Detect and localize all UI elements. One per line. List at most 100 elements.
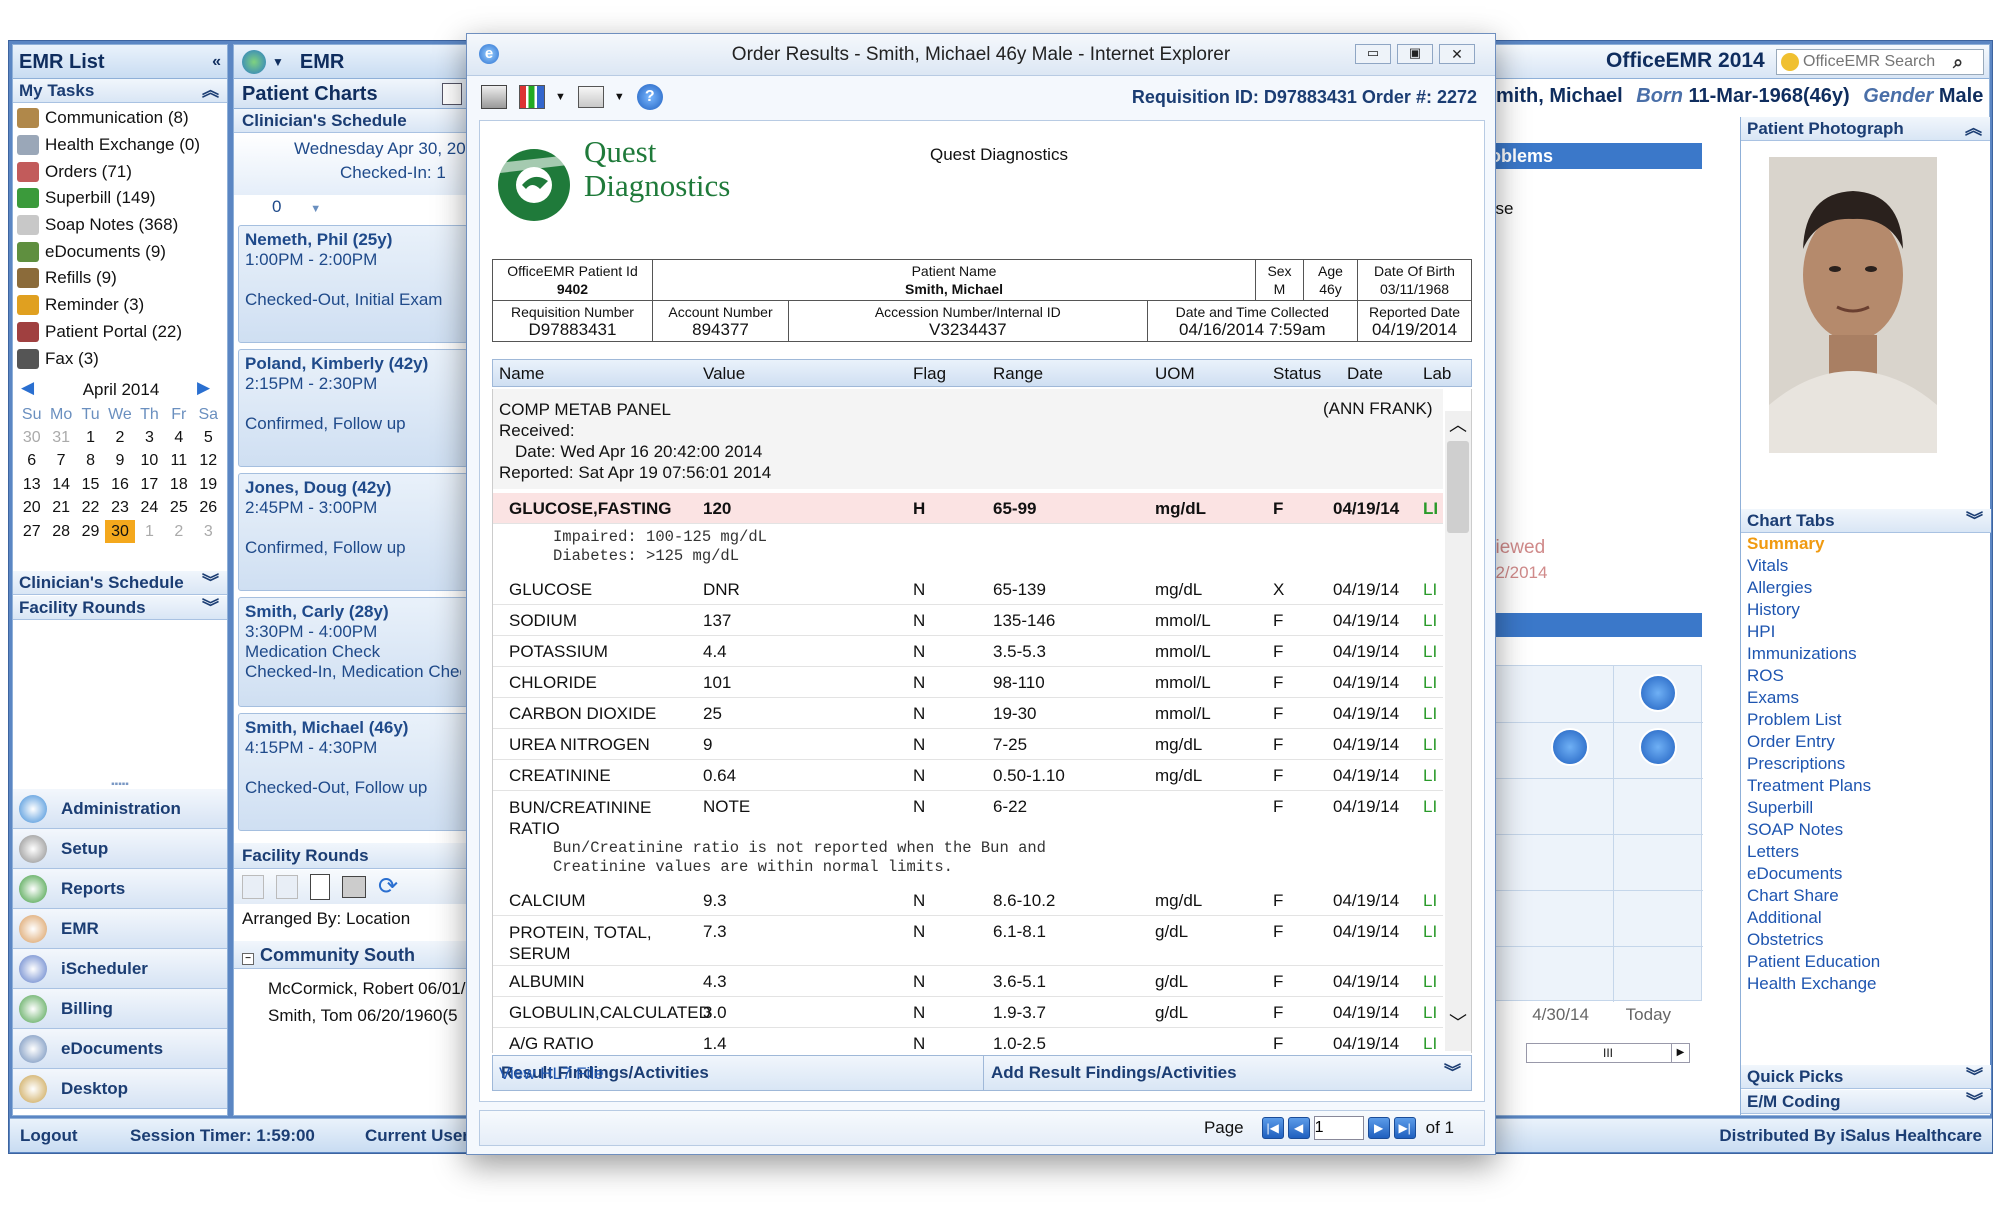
em-coding-header[interactable]: E/M Coding ︾ — [1741, 1090, 1991, 1114]
column-header-uom[interactable]: UOM — [1155, 364, 1195, 384]
help-icon[interactable]: ? — [636, 84, 663, 110]
chart-tab-health-exchange[interactable]: Health Exchange — [1741, 973, 1991, 995]
column-header-lab[interactable]: Lab — [1423, 364, 1451, 384]
view-hl7-link[interactable]: View HL7 File — [499, 1064, 604, 1084]
chart-tab-history[interactable]: History — [1741, 599, 1991, 621]
chart-tab-patient-education[interactable]: Patient Education — [1741, 951, 1991, 973]
scroll-up-icon[interactable]: ︿ — [1449, 411, 1467, 437]
round-item[interactable]: Smith, Tom 06/20/1960(5 — [268, 1002, 472, 1029]
chart-tab-edocuments[interactable]: eDocuments — [1741, 863, 1991, 885]
task-item[interactable]: eDocuments (9) — [13, 238, 227, 265]
result-row[interactable]: CALCIUM 9.3 N 8.6-10.2 mg/dL F 04/19/14 LI — [493, 885, 1443, 916]
horizontal-scrollbar[interactable]: III ▶ — [1526, 1043, 1690, 1063]
sync-icon[interactable]: ⟳ — [378, 875, 398, 899]
minimize-button[interactable]: ▭ — [1355, 44, 1391, 64]
result-row[interactable]: CARBON DIOXIDE 25 N 19-30 mmol/L F 04/19/14 LI — [493, 698, 1443, 729]
calendar-day[interactable]: 30 — [17, 426, 46, 450]
task-item[interactable]: Reminder (3) — [13, 292, 227, 319]
chevron-down-icon[interactable]: ︾ — [1444, 1056, 1461, 1090]
chart-tab-obstetrics[interactable]: Obstetrics — [1741, 929, 1991, 951]
calendar-day[interactable]: 19 — [194, 473, 223, 497]
column-header-name[interactable]: Name — [499, 364, 544, 384]
note-icon[interactable] — [1639, 728, 1677, 766]
calendar-day[interactable]: 8 — [76, 449, 105, 473]
calendar-day[interactable]: 25 — [164, 496, 193, 520]
result-row[interactable]: CREATININE 0.64 N 0.50-1.10 mg/dL F 04/19/14 LI — [493, 760, 1443, 791]
vertical-scrollbar[interactable]: ︿ ﹀ — [1445, 411, 1471, 1051]
chart-tab-vitals[interactable]: Vitals — [1741, 555, 1991, 577]
nav-edocuments[interactable]: eDocuments — [13, 1029, 227, 1069]
calendar-day[interactable]: 9 — [105, 449, 134, 473]
nav-setup[interactable]: Setup — [13, 829, 227, 869]
result-row[interactable]: BUN/CREATININE RATIO NOTE N 6-22 F 04/19/14 LI — [493, 791, 1443, 838]
appointment-card[interactable]: Jones, Doug (42y) 2:45PM - 3:00PM Confirme… — [238, 473, 468, 591]
print-icon[interactable] — [481, 85, 507, 109]
chevron-down-icon[interactable]: ︾ — [1966, 1090, 1983, 1114]
results-scroll-area[interactable]: COMP METAB PANEL Received: Date: Wed Apr… — [492, 389, 1472, 1053]
search-box[interactable]: ⌕ — [1776, 49, 1984, 75]
result-row[interactable]: SODIUM 137 N 135-146 mmol/L F 04/19/14 LI — [493, 605, 1443, 636]
result-row[interactable]: CHLORIDE 101 N 98-110 mmol/L F 04/19/14 LI — [493, 667, 1443, 698]
calendar-day[interactable]: 12 — [194, 449, 223, 473]
chevron-down-icon[interactable]: ︾ — [202, 596, 219, 620]
task-item[interactable]: Communication (8) — [13, 105, 227, 132]
left-section-header[interactable]: Facility Rounds ︾ — [13, 596, 227, 621]
calendar-day[interactable]: 21 — [46, 496, 75, 520]
card-icon[interactable] — [577, 86, 604, 108]
appointment-card[interactable]: Smith, Carly (28y) 3:30PM - 4:00PM Medicat… — [238, 597, 468, 707]
calendar-day[interactable]: 16 — [105, 473, 134, 497]
calendar-day[interactable]: 7 — [46, 449, 75, 473]
collapse-icon[interactable]: − — [242, 953, 254, 965]
task-item[interactable]: Refills (9) — [13, 265, 227, 292]
note-icon[interactable] — [1551, 728, 1589, 766]
chart-tab-hpi[interactable]: HPI — [1741, 621, 1991, 643]
calendar-day[interactable]: 29 — [76, 520, 105, 544]
search-input[interactable] — [1803, 53, 1953, 71]
help-icon[interactable] — [1781, 53, 1799, 71]
task-item[interactable]: Patient Portal (22) — [13, 319, 227, 346]
nav-desktop[interactable]: Desktop — [13, 1069, 227, 1109]
calendar-day[interactable]: 15 — [76, 473, 105, 497]
calendar-day[interactable]: 5 — [194, 426, 223, 450]
chart-tab-treatment-plans[interactable]: Treatment Plans — [1741, 775, 1991, 797]
dropdown-arrow-icon[interactable]: ▼ — [555, 91, 566, 103]
nav-emr[interactable]: EMR — [13, 909, 227, 949]
scroll-thumb[interactable] — [1447, 441, 1469, 533]
chevron-down-icon[interactable]: ︾ — [202, 571, 219, 595]
collapse-icon[interactable]: « — [212, 45, 221, 79]
calendar-day[interactable]: 2 — [105, 426, 134, 450]
calendar-day[interactable]: 27 — [17, 520, 46, 544]
calendar-day[interactable]: 3 — [194, 520, 223, 544]
calendar-day[interactable]: 10 — [135, 449, 164, 473]
quick-picks-header[interactable]: Quick Picks ︾ — [1741, 1065, 1991, 1089]
result-row[interactable]: GLOBULIN,CALCULATED 3.0 N 1.9-3.7 g/dL F 04/19… — [493, 997, 1443, 1028]
print-icon[interactable] — [342, 876, 366, 898]
calendar-day[interactable]: 11 — [164, 449, 193, 473]
chart-tab-chart-share[interactable]: Chart Share — [1741, 885, 1991, 907]
result-row[interactable]: ALBUMIN 4.3 N 3.6-5.1 g/dL F 04/19/14 LI — [493, 966, 1443, 997]
chart-tab-superbill[interactable]: Superbill — [1741, 797, 1991, 819]
scroll-right-icon[interactable]: ▶ — [1671, 1044, 1689, 1062]
new-document-icon[interactable] — [310, 874, 330, 900]
save-icon[interactable] — [442, 83, 462, 105]
problems-header[interactable]: oblems — [1486, 143, 1702, 169]
refresh-doc-icon[interactable] — [242, 875, 264, 899]
calendar-day[interactable]: 23 — [105, 496, 134, 520]
community-group[interactable]: − Community South — [234, 941, 472, 969]
scroll-down-icon[interactable]: ﹀ — [1449, 1009, 1467, 1035]
result-row[interactable]: PROTEIN, TOTAL, SERUM 7.3 N 6.1-8.1 g/dL F 04/1… — [493, 916, 1443, 966]
chart-tab-letters[interactable]: Letters — [1741, 841, 1991, 863]
chart-tab-allergies[interactable]: Allergies — [1741, 577, 1991, 599]
schedule-filter[interactable]: 0 ▼ — [234, 195, 472, 219]
chart-tab-soap-notes[interactable]: SOAP Notes — [1741, 819, 1991, 841]
appointment-card[interactable]: Smith, Michael (46y) 4:15PM - 4:30PM Check… — [238, 713, 468, 831]
first-page-button[interactable]: |◀ — [1261, 1117, 1284, 1139]
task-item[interactable]: Orders (71) — [13, 158, 227, 185]
nav-administration[interactable]: Administration — [13, 789, 227, 829]
result-row[interactable]: UREA NITROGEN 9 N 7-25 mg/dL F 04/19/14 LI — [493, 729, 1443, 760]
calendar-day[interactable]: 30 — [105, 519, 135, 544]
prev-page-button[interactable]: ◀ — [1287, 1117, 1310, 1139]
result-row[interactable]: POTASSIUM 4.4 N 3.5-5.3 mmol/L F 04/19/14 LI — [493, 636, 1443, 667]
nav-ischeduler[interactable]: iScheduler — [13, 949, 227, 989]
logout-link[interactable]: Logout — [20, 1119, 78, 1153]
